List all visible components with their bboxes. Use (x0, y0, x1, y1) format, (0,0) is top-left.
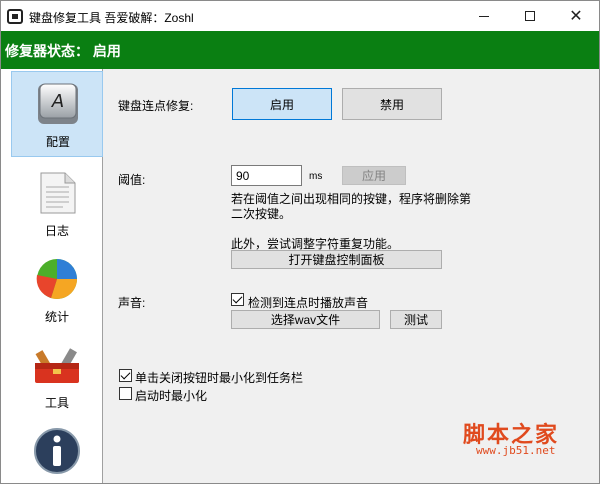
document-icon (40, 172, 76, 214)
play-sound-checkbox[interactable] (231, 293, 244, 306)
start-minimized-checkbox[interactable] (119, 387, 132, 400)
threshold-unit: ms (309, 171, 323, 182)
title-bar[interactable]: 键盘修复工具 吾爱破解：Zoshl ✕ (1, 1, 599, 31)
keyboard-app-icon (7, 9, 23, 24)
threshold-input[interactable]: 90 (231, 165, 302, 186)
toolbox-icon (35, 348, 79, 383)
svg-text:A: A (51, 91, 64, 112)
disable-button[interactable]: 禁用 (342, 88, 442, 120)
sidebar-item-log[interactable]: 日志 (11, 159, 103, 245)
sidebar-item-stats[interactable]: 统计 (11, 245, 103, 331)
status-text: 修复器状态： 启用 (5, 43, 121, 59)
watermark-url: www.jb51.net (476, 444, 556, 457)
sidebar-item-tools[interactable]: 工具 (11, 331, 103, 417)
enable-button[interactable]: 启用 (232, 88, 332, 120)
sidebar-item-config[interactable]: A 配置 (11, 71, 103, 157)
test-sound-button[interactable]: 测试 (390, 310, 442, 329)
choose-wav-button[interactable]: 选择wav文件 (231, 310, 380, 329)
minimize-to-tray-checkbox[interactable] (119, 369, 132, 382)
sidebar-item-info[interactable] (11, 417, 103, 483)
threshold-label: 阈值: (118, 173, 146, 187)
maximize-icon (525, 11, 535, 21)
sound-label: 声音: (118, 296, 146, 310)
minimize-button[interactable] (461, 1, 507, 31)
sidebar-item-label: 配置 (45, 135, 70, 149)
play-sound-label: 检测到连点时播放声音 (248, 296, 369, 310)
sidebar-item-label: 日志 (44, 224, 69, 238)
minimize-to-tray-label: 单击关闭按钮时最小化到任务栏 (135, 371, 304, 385)
key-a-icon: A (38, 83, 78, 124)
maximize-button[interactable] (507, 1, 553, 31)
close-button[interactable]: ✕ (553, 1, 599, 31)
status-bar: 修复器状态： 启用 (1, 31, 599, 69)
repair-label: 键盘连点修复: (118, 99, 194, 113)
start-minimized-label: 启动时最小化 (135, 389, 208, 403)
info-icon (34, 428, 80, 474)
app-window: 键盘修复工具 吾爱破解：Zoshl ✕ 修复器状态： 启用 A 配置 日志 统计… (0, 0, 600, 484)
sidebar-item-label: 工具 (44, 396, 69, 410)
open-keyboard-panel-button[interactable]: 打开键盘控制面板 (231, 250, 442, 269)
sidebar: A 配置 日志 统计 工具 (1, 69, 103, 483)
window-title: 键盘修复工具 吾爱破解：Zoshl (29, 11, 194, 25)
close-icon: ✕ (569, 8, 583, 25)
pie-chart-icon (36, 259, 77, 299)
minimize-icon (479, 15, 489, 17)
apply-button[interactable]: 应用 (342, 166, 406, 185)
threshold-desc-line2: 二次按键。 (231, 207, 292, 221)
sidebar-item-label: 统计 (44, 310, 69, 324)
